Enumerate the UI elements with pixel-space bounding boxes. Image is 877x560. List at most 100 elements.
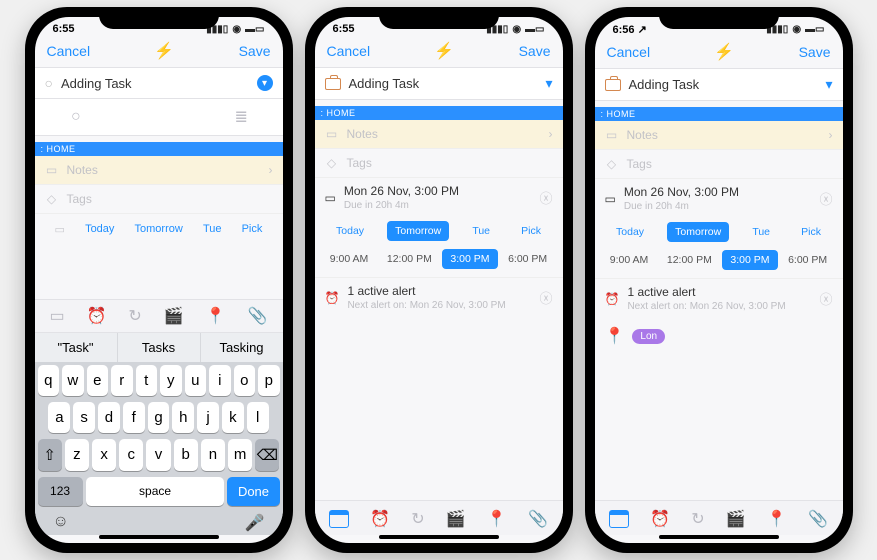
tab-pin[interactable]: 📍	[767, 509, 787, 529]
chevron-down-icon[interactable]: ▾	[825, 76, 832, 93]
key-t[interactable]: t	[136, 365, 158, 396]
key-q[interactable]: q	[38, 365, 60, 396]
clear-date-button[interactable]: ⓧ	[819, 189, 832, 208]
key-a[interactable]: a	[48, 402, 70, 433]
chip-6pm[interactable]: 6:00 PM	[780, 250, 835, 270]
key-c[interactable]: c	[119, 439, 143, 471]
chip-tomorrow[interactable]: Tomorrow	[387, 221, 449, 241]
chip-3pm[interactable]: 3:00 PM	[442, 249, 497, 269]
save-button[interactable]: Save	[519, 43, 551, 59]
tab-repeat[interactable]: ↻	[411, 509, 424, 529]
date-row[interactable]: ▭ Mon 26 Nov, 3:00 PMDue in 20h 4m ⓧ	[315, 178, 563, 217]
key-k[interactable]: k	[222, 402, 244, 433]
key-u[interactable]: u	[185, 365, 207, 396]
tab-repeat[interactable]: ↻	[691, 509, 704, 529]
key-g[interactable]: g	[148, 402, 170, 433]
tab-clip[interactable]: 📎	[808, 509, 828, 529]
suggestion-3[interactable]: Tasking	[201, 333, 283, 362]
suggestion-1[interactable]: "Task"	[35, 333, 118, 362]
chip-9am[interactable]: 9:00 AM	[602, 250, 657, 270]
task-title-row[interactable]: Adding Task ▾	[315, 67, 563, 100]
clear-date-button[interactable]: ⓧ	[539, 188, 552, 207]
alert-row[interactable]: ⏰ 1 active alertNext alert on: Mon 26 No…	[595, 279, 843, 318]
key-b[interactable]: b	[174, 439, 198, 471]
home-indicator[interactable]	[99, 535, 219, 539]
key-o[interactable]: o	[234, 365, 256, 396]
emoji-icon[interactable]: ☺	[53, 513, 69, 533]
suggestion-2[interactable]: Tasks	[118, 333, 201, 362]
key-123[interactable]: 123	[38, 477, 83, 506]
tab-clapper[interactable]: 🎬	[446, 509, 466, 529]
chevron-down-icon[interactable]: ▾	[545, 75, 552, 92]
chip-tue[interactable]: Tue	[744, 222, 778, 242]
acc-calendar-icon[interactable]: ▭	[49, 306, 64, 326]
tab-calendar[interactable]	[609, 510, 629, 528]
chip-tomorrow[interactable]: Tomorrow	[667, 222, 729, 242]
chip-6pm[interactable]: 6:00 PM	[500, 249, 555, 269]
bolt-icon[interactable]: ⚡	[714, 42, 734, 62]
tab-clip[interactable]: 📎	[528, 509, 548, 529]
key-z[interactable]: z	[65, 439, 89, 471]
bolt-icon[interactable]: ⚡	[154, 41, 174, 61]
mic-icon[interactable]: 🎤	[245, 513, 265, 533]
key-w[interactable]: w	[62, 365, 84, 396]
notes-row[interactable]: ▭ Notes ›	[35, 156, 283, 185]
acc-alarm-icon[interactable]: ⏰	[87, 306, 107, 326]
key-m[interactable]: m	[228, 439, 252, 471]
tab-calendar[interactable]	[329, 510, 349, 528]
seg-briefcase[interactable]	[117, 99, 200, 135]
chip-pick[interactable]: Pick	[236, 220, 269, 239]
key-backspace[interactable]: ⌫	[255, 439, 279, 471]
key-shift[interactable]: ⇧	[38, 439, 62, 471]
clear-alert-button[interactable]: ⓧ	[539, 288, 552, 307]
save-button[interactable]: Save	[799, 44, 831, 60]
location-row[interactable]: 📍 Lon	[595, 318, 843, 354]
chip-3pm[interactable]: 3:00 PM	[722, 250, 777, 270]
key-f[interactable]: f	[123, 402, 145, 433]
chip-tomorrow[interactable]: Tomorrow	[129, 220, 189, 239]
acc-clapper-icon[interactable]: 🎬	[164, 306, 184, 326]
key-y[interactable]: y	[160, 365, 182, 396]
cancel-button[interactable]: Cancel	[327, 43, 371, 59]
key-v[interactable]: v	[146, 439, 170, 471]
location-pill[interactable]: Lon	[632, 329, 665, 344]
acc-repeat-icon[interactable]: ↻	[128, 306, 141, 326]
seg-list[interactable]: ≣	[200, 99, 283, 135]
notes-row[interactable]: ▭Notes ›	[315, 120, 563, 149]
task-title-row[interactable]: Adding Task ▾	[595, 68, 843, 101]
chip-today[interactable]: Today	[79, 220, 120, 239]
acc-pin-icon[interactable]: 📍	[206, 306, 226, 326]
key-r[interactable]: r	[111, 365, 133, 396]
key-p[interactable]: p	[258, 365, 280, 396]
tab-clapper[interactable]: 🎬	[726, 509, 746, 529]
chip-today[interactable]: Today	[328, 221, 372, 241]
key-s[interactable]: s	[73, 402, 95, 433]
chip-1200[interactable]: 12:00 PM	[379, 249, 440, 269]
alert-row[interactable]: ⏰ 1 active alertNext alert on: Mon 26 No…	[315, 278, 563, 317]
key-e[interactable]: e	[87, 365, 109, 396]
tags-row[interactable]: ◇ Tags	[315, 149, 563, 178]
task-title-row[interactable]: ○ Adding Task ▾	[35, 67, 283, 99]
home-indicator[interactable]	[379, 535, 499, 539]
chip-tue[interactable]: Tue	[464, 221, 498, 241]
date-row[interactable]: ▭ Mon 26 Nov, 3:00 PMDue in 20h 4m ⓧ	[595, 179, 843, 218]
key-x[interactable]: x	[92, 439, 116, 471]
chip-1200[interactable]: 12:00 PM	[659, 250, 720, 270]
key-j[interactable]: j	[197, 402, 219, 433]
key-i[interactable]: i	[209, 365, 231, 396]
cancel-button[interactable]: Cancel	[47, 43, 91, 59]
home-indicator[interactable]	[659, 535, 779, 539]
key-l[interactable]: l	[247, 402, 269, 433]
tags-row[interactable]: ◇ Tags	[595, 150, 843, 179]
bolt-icon[interactable]: ⚡	[434, 41, 454, 61]
chip-tue[interactable]: Tue	[197, 220, 228, 239]
key-space[interactable]: space	[86, 477, 225, 506]
key-done[interactable]: Done	[227, 477, 279, 506]
tab-alarm[interactable]: ⏰	[650, 509, 670, 529]
key-h[interactable]: h	[172, 402, 194, 433]
chip-today[interactable]: Today	[608, 222, 652, 242]
seg-circle[interactable]: ○	[35, 99, 118, 135]
cancel-button[interactable]: Cancel	[607, 44, 651, 60]
chip-9am[interactable]: 9:00 AM	[322, 249, 377, 269]
tab-alarm[interactable]: ⏰	[370, 509, 390, 529]
